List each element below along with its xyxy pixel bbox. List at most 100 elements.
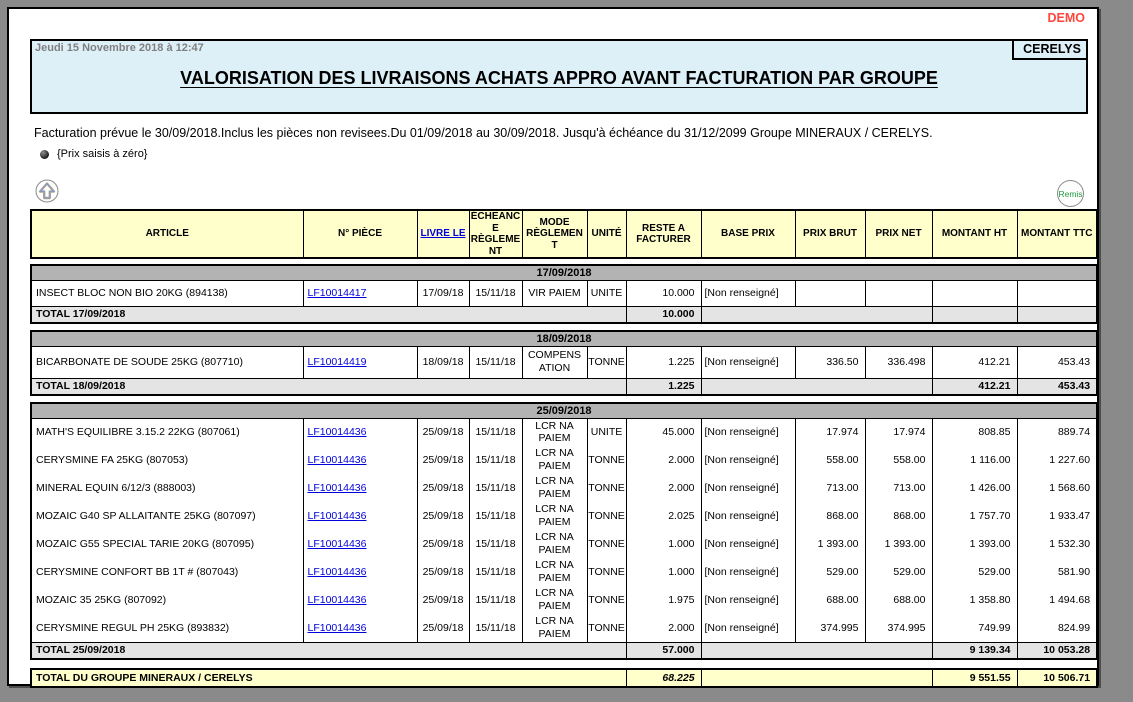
montant-ht-cell: 1 358.80 — [932, 586, 1017, 614]
prix-brut-cell: 336.50 — [795, 346, 865, 378]
piece-link[interactable]: LF10014436 — [308, 538, 367, 550]
prix-net-cell: 17.974 — [865, 418, 932, 446]
prix-net-cell: 336.498 — [865, 346, 932, 378]
reste-cell: 2.025 — [626, 502, 701, 530]
prix-net-cell: 558.00 — [865, 446, 932, 474]
unite-cell: UNITE — [587, 280, 626, 306]
reste-cell: 45.000 — [626, 418, 701, 446]
piece-cell: LF10014417 — [303, 280, 417, 306]
montant-ht-cell — [932, 280, 1017, 306]
prix-net-cell: 713.00 — [865, 474, 932, 502]
montant-ttc-cell: 824.99 — [1017, 614, 1097, 642]
total-label-cell: TOTAL 18/09/2018 — [31, 378, 626, 395]
report-title: VALORISATION DES LIVRAISONS ACHATS APPRO… — [32, 68, 1086, 89]
prix-brut-cell: 529.00 — [795, 558, 865, 586]
base-prix-cell: [Non renseigné] — [701, 614, 795, 642]
mode-cell: LCR NA PAIEM — [522, 474, 587, 502]
group-date-label: 17/09/2018 — [31, 265, 1097, 280]
piece-link[interactable]: LF10014436 — [308, 566, 367, 578]
table-body-groups: 17/09/2018INSECT BLOC NON BIO 20KG (8941… — [9, 264, 1097, 660]
piece-cell: LF10014436 — [303, 586, 417, 614]
piece-link[interactable]: LF10014417 — [308, 287, 367, 299]
group-date-band: 18/09/2018 — [31, 331, 1097, 346]
montant-ttc-cell: 1 568.60 — [1017, 474, 1097, 502]
total-montant-ttc-cell: 10 053.28 — [1017, 642, 1097, 659]
mode-cell: LCR NA PAIEM — [522, 502, 587, 530]
unite-cell: TONNE — [587, 530, 626, 558]
echeance-cell: 15/11/18 — [469, 530, 522, 558]
livre-le-sort-link[interactable]: LIVRE LE — [420, 228, 465, 239]
livre-le-cell: 25/09/18 — [417, 586, 469, 614]
total-reste-cell: 1.225 — [626, 378, 701, 395]
col-header-prix-brut: PRIX BRUT — [795, 210, 865, 258]
article-cell: CERYSMINE CONFORT BB 1T # (807043) — [31, 558, 303, 586]
montant-ttc-cell: 1 933.47 — [1017, 502, 1097, 530]
group-total-row: TOTAL 17/09/201810.000 — [31, 306, 1097, 323]
group-total-label: TOTAL DU GROUPE MINERAUX / CERELYS — [31, 669, 626, 687]
total-montant-ht-cell: 412.21 — [932, 378, 1017, 395]
piece-link[interactable]: LF10014436 — [308, 426, 367, 438]
base-prix-cell: [Non renseigné] — [701, 586, 795, 614]
livre-le-cell: 25/09/18 — [417, 614, 469, 642]
table-row: MATH'S EQUILIBRE 3.15.2 22KG (807061)LF1… — [31, 418, 1097, 446]
unite-cell: TONNE — [587, 558, 626, 586]
group-total-row: TOTAL DU GROUPE MINERAUX / CERELYS 68.22… — [30, 668, 1098, 688]
article-cell: BICARBONATE DE SOUDE 25KG (807710) — [31, 346, 303, 378]
remis-icon[interactable]: Remis — [1057, 180, 1084, 207]
piece-link[interactable]: LF10014436 — [308, 510, 367, 522]
article-cell: CERYSMINE FA 25KG (807053) — [31, 446, 303, 474]
mode-cell: VIR PAIEM — [522, 280, 587, 306]
piece-link[interactable]: LF10014436 — [308, 594, 367, 606]
montant-ttc-cell: 1 532.30 — [1017, 530, 1097, 558]
montant-ht-cell: 808.85 — [932, 418, 1017, 446]
echeance-cell: 15/11/18 — [469, 446, 522, 474]
group-date-band: 17/09/2018 — [31, 265, 1097, 280]
total-spacer — [701, 306, 932, 323]
prix-brut-cell — [795, 280, 865, 306]
piece-link[interactable]: LF10014436 — [308, 454, 367, 466]
reste-cell: 1.000 — [626, 530, 701, 558]
table-row: BICARBONATE DE SOUDE 25KG (807710) LF1001… — [31, 346, 1097, 378]
col-header-base-prix: BASE PRIX — [701, 210, 795, 258]
base-prix-cell: [Non renseigné] — [701, 346, 795, 378]
col-header-montant-ttc: MONTANT TTC — [1017, 210, 1097, 258]
unite-cell: TONNE — [587, 614, 626, 642]
unite-cell: TONNE — [587, 502, 626, 530]
montant-ht-cell: 749.99 — [932, 614, 1017, 642]
livre-le-cell: 25/09/18 — [417, 446, 469, 474]
livre-le-cell: 25/09/18 — [417, 502, 469, 530]
scroll-to-top-icon[interactable] — [35, 179, 59, 203]
base-prix-cell: [Non renseigné] — [701, 418, 795, 446]
legend-label: {Prix saisis à zéro} — [57, 148, 147, 160]
piece-link[interactable]: LF10014436 — [308, 622, 367, 634]
title-band: Jeudi 15 Novembre 2018 à 12:47 CERELYS V… — [30, 39, 1088, 114]
prix-brut-cell: 688.00 — [795, 586, 865, 614]
article-cell: MOZAIC 35 25KG (807092) — [31, 586, 303, 614]
livre-le-cell: 18/09/18 — [417, 346, 469, 378]
table-row: MOZAIC 35 25KG (807092) LF10014436 25/09/1… — [31, 586, 1097, 614]
col-header-reste: RESTE A FACTURER — [626, 210, 701, 258]
reste-cell: 10.000 — [626, 280, 701, 306]
col-header-livre-le: LIVRE LE — [417, 210, 469, 258]
base-prix-cell: [Non renseigné] — [701, 502, 795, 530]
prix-net-cell: 374.995 — [865, 614, 932, 642]
remis-icon-label: Remis — [1058, 189, 1082, 199]
report-subtitle: Facturation prévue le 30/09/2018.Inclus … — [34, 126, 1079, 140]
piece-link[interactable]: LF10014436 — [308, 482, 367, 494]
group-total-row: TOTAL 25/09/201857.0009 139.3410 053.28 — [31, 642, 1097, 659]
prix-net-cell: 688.00 — [865, 586, 932, 614]
mode-cell: LCR NA PAIEM — [522, 586, 587, 614]
group-date-label: 25/09/2018 — [31, 403, 1097, 418]
echeance-cell: 15/11/18 — [469, 418, 522, 446]
unite-cell: TONNE — [587, 346, 626, 378]
mode-cell: LCR NA PAIEM — [522, 418, 587, 446]
article-cell: INSECT BLOC NON BIO 20KG (894138) — [31, 280, 303, 306]
montant-ht-cell: 529.00 — [932, 558, 1017, 586]
prix-net-cell: 529.00 — [865, 558, 932, 586]
mode-cell: LCR NA PAIEM — [522, 530, 587, 558]
col-header-echeance: ÉCHEANCE RÈGLEMENT — [469, 210, 522, 258]
group-date-band: 25/09/2018 — [31, 403, 1097, 418]
echeance-cell: 15/11/18 — [469, 474, 522, 502]
legend-row: {Prix saisis à zéro} — [40, 148, 1097, 160]
piece-link[interactable]: LF10014419 — [308, 356, 367, 368]
